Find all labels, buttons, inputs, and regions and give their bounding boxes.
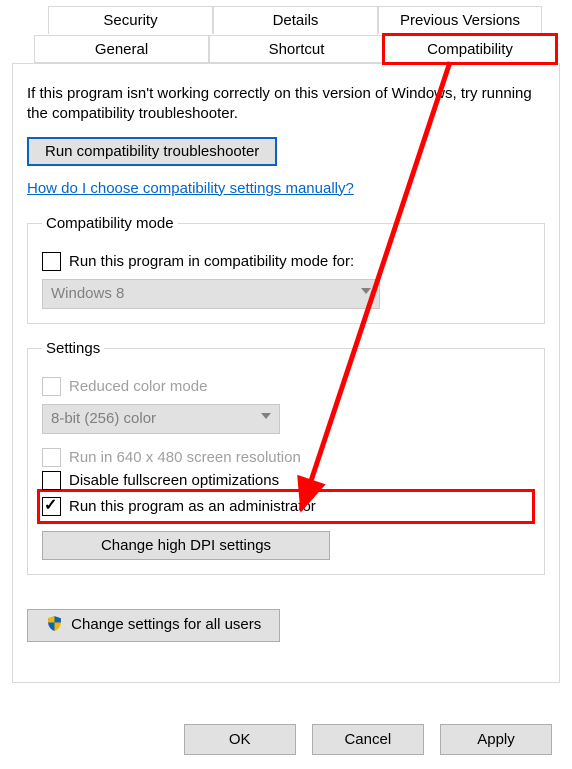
- change-settings-all-users-label: Change settings for all users: [71, 616, 261, 633]
- tab-details[interactable]: Details: [213, 6, 378, 34]
- run-as-admin-label: Run this program as an administrator: [69, 498, 316, 515]
- tab-compatibility[interactable]: Compatibility: [384, 35, 556, 63]
- tab-general[interactable]: General: [34, 35, 209, 63]
- color-depth-combo-value: 8-bit (256) color: [51, 410, 156, 427]
- intro-text: If this program isn't working correctly …: [27, 84, 545, 125]
- compat-mode-checkbox[interactable]: [42, 252, 61, 271]
- apply-button[interactable]: Apply: [440, 724, 552, 755]
- compat-mode-combo-value: Windows 8: [51, 285, 124, 302]
- settings-legend: Settings: [42, 340, 104, 357]
- color-depth-combo: 8-bit (256) color: [42, 404, 280, 434]
- shield-icon: [46, 615, 63, 636]
- reduced-color-label: Reduced color mode: [69, 378, 207, 395]
- tab-security[interactable]: Security: [48, 6, 213, 34]
- compatibility-mode-legend: Compatibility mode: [42, 215, 178, 232]
- ok-button[interactable]: OK: [184, 724, 296, 755]
- chevron-down-icon: [261, 413, 271, 419]
- compatibility-mode-group: Compatibility mode Run this program in c…: [27, 215, 545, 324]
- run-640x480-label: Run in 640 x 480 screen resolution: [69, 449, 301, 466]
- disable-fullscreen-checkbox[interactable]: [42, 471, 61, 490]
- manual-settings-link[interactable]: How do I choose compatibility settings m…: [27, 180, 354, 197]
- disable-fullscreen-label: Disable fullscreen optimizations: [69, 472, 279, 489]
- cancel-button[interactable]: Cancel: [312, 724, 424, 755]
- settings-group: Settings Reduced color mode 8-bit (256) …: [27, 340, 545, 575]
- chevron-down-icon: [361, 288, 371, 294]
- reduced-color-checkbox: [42, 377, 61, 396]
- compat-mode-checkbox-label: Run this program in compatibility mode f…: [69, 253, 354, 270]
- run-as-admin-checkbox[interactable]: [42, 497, 61, 516]
- run-640x480-checkbox: [42, 448, 61, 467]
- compat-mode-combo[interactable]: Windows 8: [42, 279, 380, 309]
- change-settings-all-users-button[interactable]: Change settings for all users: [27, 609, 280, 642]
- change-high-dpi-button[interactable]: Change high DPI settings: [42, 531, 330, 560]
- run-troubleshooter-button[interactable]: Run compatibility troubleshooter: [27, 137, 277, 166]
- tab-shortcut[interactable]: Shortcut: [209, 35, 384, 63]
- tab-previous-versions[interactable]: Previous Versions: [378, 6, 542, 34]
